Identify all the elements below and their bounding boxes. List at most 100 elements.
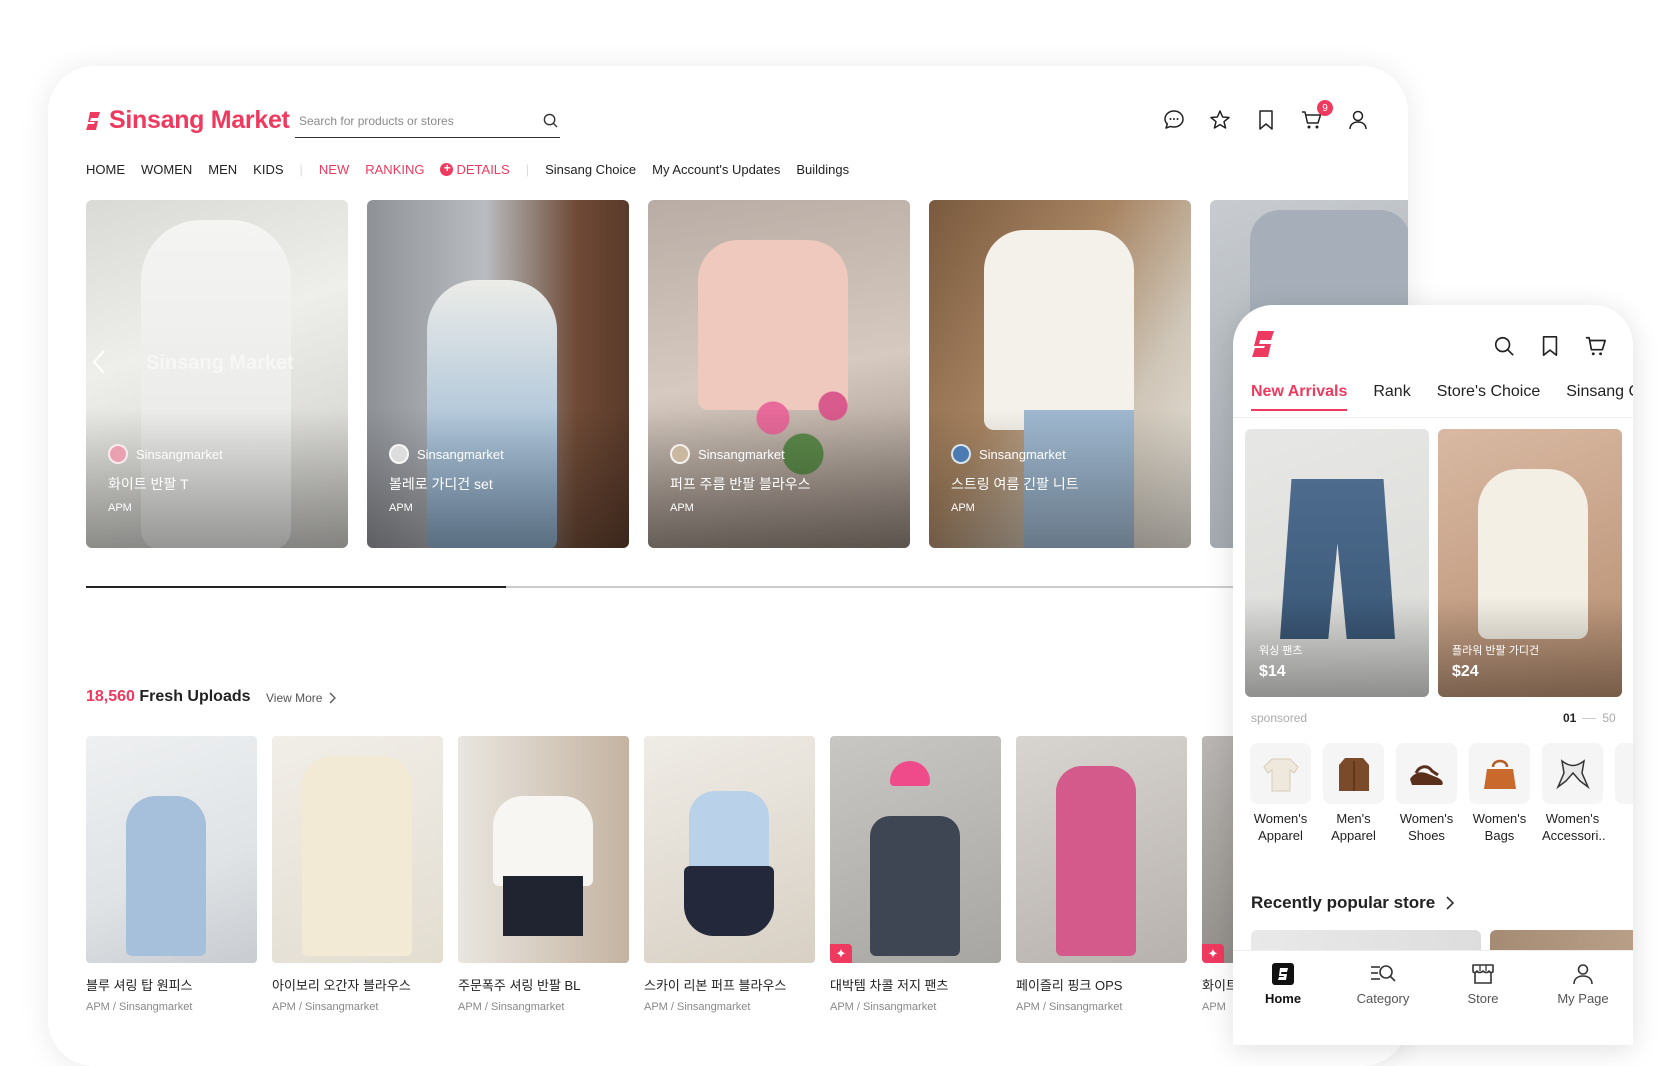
fresh-count: 18,560 <box>86 688 135 705</box>
category-womens-apparel[interactable]: Women's Apparel <box>1250 743 1311 844</box>
tab-new-arrivals[interactable]: New Arrivals <box>1251 383 1348 411</box>
view-more-label: View More <box>266 691 323 705</box>
hero-image <box>984 230 1134 430</box>
hero-store-name: Sinsangmarket <box>979 446 1066 462</box>
product-meta: APM / Sinsangmarket <box>458 1001 565 1013</box>
nav-ranking[interactable]: RANKING <box>365 162 424 177</box>
product-meta: APM / Sinsangmarket <box>830 1001 937 1013</box>
brand-name: Sinsang Market <box>109 106 290 134</box>
nav-details-label: DETAILS <box>456 162 510 177</box>
carousel-progress-fill <box>86 585 506 588</box>
ad-price: $14 <box>1259 663 1286 680</box>
search-icon[interactable] <box>543 113 558 128</box>
hero-card[interactable]: Sinsang Market Sinsangmarket 화이트 반팔 T AP… <box>86 200 348 548</box>
category-label: Women's Apparel <box>1253 811 1308 843</box>
pager-divider <box>1582 717 1597 719</box>
product-name: 페이즐리 핑크 OPS <box>1016 978 1123 993</box>
bottom-nav-category[interactable]: Category <box>1343 963 1423 1045</box>
brand-logo[interactable]: Sinsang Market <box>86 106 290 135</box>
bookmark-icon[interactable] <box>1254 108 1278 132</box>
bottom-nav-store[interactable]: Store <box>1443 963 1523 1045</box>
sponsored-card[interactable]: 워싱 팬츠 $14 <box>1245 429 1429 697</box>
nav-new[interactable]: NEW <box>319 162 349 177</box>
bottom-nav-home[interactable]: Home <box>1243 963 1323 1045</box>
product-card[interactable]: 스카이 리본 퍼프 블라우스 APM / Sinsangmarket <box>644 736 815 1013</box>
hero-title: 퍼프 주름 반팔 블라우스 <box>670 476 811 492</box>
store-avatar <box>670 444 690 464</box>
search-icon[interactable] <box>1493 335 1515 357</box>
sponsored-carousel: 워싱 팬츠 $14 플라워 반팔 가디건 $24 <box>1245 429 1622 697</box>
product-list: 블루 셔링 탑 원피스 APM / Sinsangmarket 아이보리 오간자… <box>86 736 1373 1013</box>
tabs-divider <box>1233 417 1633 418</box>
nav-men[interactable]: MEN <box>208 162 237 177</box>
product-name: 블루 셔링 탑 원피스 <box>86 978 193 993</box>
product-card[interactable]: ✦ 대박템 차콜 저지 팬츠 APM / Sinsangmarket <box>830 736 1001 1013</box>
nav-account-updates[interactable]: My Account's Updates <box>652 162 780 177</box>
plus-circle-icon <box>440 161 454 176</box>
pager-total: 50 <box>1602 711 1616 725</box>
search-input[interactable] <box>299 113 519 128</box>
product-card[interactable]: 아이보리 오간자 블라우스 APM / Sinsangmarket <box>272 736 443 1013</box>
tab-stores-choice[interactable]: Store's Choice <box>1437 383 1541 411</box>
mobile-header-icons <box>1493 335 1607 357</box>
store-avatar <box>108 444 128 464</box>
tab-rank[interactable]: Rank <box>1373 383 1410 411</box>
popular-store-heading[interactable]: Recently popular store <box>1251 893 1455 913</box>
nav-details[interactable]: DETAILS <box>440 161 510 177</box>
hero-card[interactable]: Sinsangmarket 퍼프 주름 반팔 블라우스 APM <box>648 200 910 548</box>
bottom-nav-label: Store <box>1467 991 1499 1006</box>
product-meta: APM / Sinsangmarket <box>644 1001 751 1013</box>
logo-mark-icon <box>86 111 100 130</box>
fresh-label: Fresh Uploads <box>139 688 251 705</box>
star-icon[interactable] <box>1208 108 1232 132</box>
chevron-left-icon[interactable] <box>90 348 110 376</box>
category-womens-shoes[interactable]: Women's Shoes <box>1396 743 1457 844</box>
nav-divider: | <box>299 162 303 177</box>
category-mens-apparel[interactable]: Men's Apparel <box>1323 743 1384 844</box>
product-name: 대박템 차콜 저지 팬츠 <box>830 978 949 993</box>
mobile-tabs: New Arrivals Rank Store's Choice Sinsang… <box>1251 383 1633 411</box>
product-image <box>458 736 629 963</box>
hero-card[interactable]: Sinsangmarket 볼레로 가디건 set APM <box>367 200 629 548</box>
category-mens-shoes[interactable]: M S <box>1615 743 1633 844</box>
sponsored-card[interactable]: 플라워 반팔 가디건 $24 <box>1438 429 1622 697</box>
category-search-icon <box>1371 965 1396 982</box>
bookmark-icon[interactable] <box>1539 335 1561 357</box>
hero-store-name: Sinsangmarket <box>136 446 223 462</box>
bottom-nav-mypage[interactable]: My Page <box>1543 963 1623 1045</box>
logo-mark-icon[interactable] <box>1251 329 1275 359</box>
user-icon[interactable] <box>1346 108 1370 132</box>
nav-women[interactable]: WOMEN <box>141 162 192 177</box>
cart-icon[interactable] <box>1585 335 1607 357</box>
product-card[interactable]: 페이즐리 핑크 OPS APM / Sinsangmarket <box>1016 736 1187 1013</box>
category-label: Women's Bags <box>1472 811 1527 843</box>
bottom-nav-label: My Page <box>1557 991 1609 1006</box>
nav-sinsang-choice[interactable]: Sinsang Choice <box>545 162 636 177</box>
category-label: Men's Apparel <box>1331 811 1376 843</box>
chevron-right-icon <box>330 692 337 704</box>
ad-price: $24 <box>1452 663 1479 680</box>
product-name: 아이보리 오간자 블라우스 <box>272 978 411 993</box>
hero-card[interactable]: Sinsangmarket 스트링 여름 긴팔 니트 APM <box>929 200 1191 548</box>
nav-buildings[interactable]: Buildings <box>796 162 849 177</box>
product-card[interactable]: 블루 셔링 탑 원피스 APM / Sinsangmarket <box>86 736 257 1013</box>
tab-sinsang-choice[interactable]: Sinsang C <box>1566 383 1633 411</box>
hero-title: 화이트 반팔 T <box>108 476 189 492</box>
cart-icon[interactable]: 9 <box>1300 100 1333 132</box>
product-meta: APM / Sinsangmarket <box>86 1001 193 1013</box>
nav-kids[interactable]: KIDS <box>253 162 283 177</box>
category-womens-accessories[interactable]: Women's Accessori.. <box>1542 743 1606 844</box>
blouse-icon <box>1262 758 1299 791</box>
product-card[interactable]: 주문폭주 셔링 반팔 BL APM / Sinsangmarket <box>458 736 629 1013</box>
store-avatar <box>951 444 971 464</box>
user-icon <box>1573 964 1593 985</box>
home-icon <box>1272 963 1294 985</box>
category-womens-bags[interactable]: Women's Bags <box>1469 743 1530 844</box>
view-more-link[interactable]: View More <box>266 691 337 705</box>
jacket-icon <box>1338 757 1369 791</box>
chat-icon[interactable] <box>1162 108 1186 132</box>
hero-sub: APM <box>951 502 975 514</box>
hero-title: 스트링 여름 긴팔 니트 <box>951 476 1079 492</box>
hero-sub: APM <box>389 502 413 514</box>
nav-home[interactable]: HOME <box>86 162 125 177</box>
